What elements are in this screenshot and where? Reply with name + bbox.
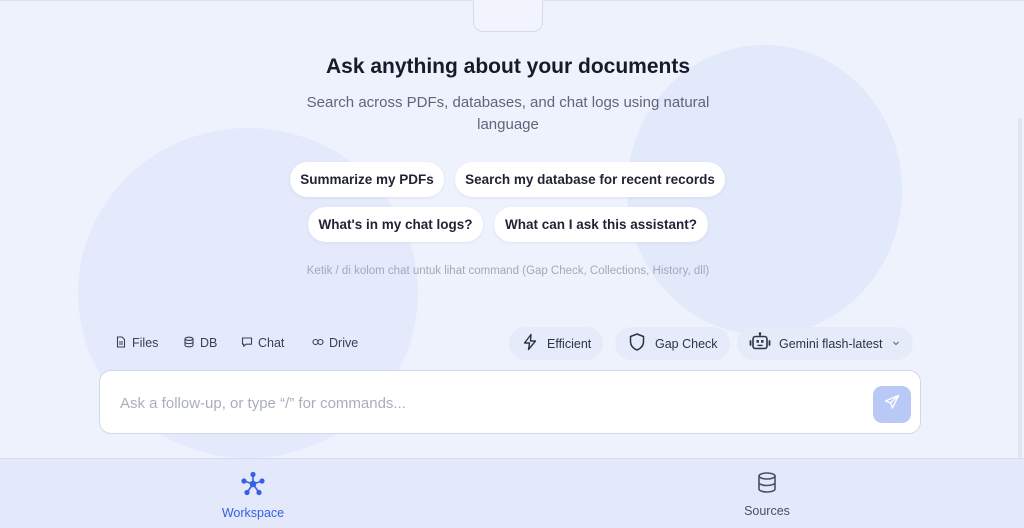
- send-button[interactable]: [873, 386, 911, 423]
- chat-bubble-icon: [241, 336, 253, 351]
- nav-label-workspace: Workspace: [221, 506, 285, 520]
- mode-toggle-gap-check[interactable]: Gap Check: [615, 327, 730, 360]
- source-label: DB: [200, 336, 218, 350]
- suggestion-chip-search-database[interactable]: Search my database for recent records: [455, 162, 725, 197]
- suggestion-chip-chat-logs[interactable]: What's in my chat logs?: [308, 207, 483, 242]
- model-selector[interactable]: Gemini flash-latest: [737, 327, 913, 360]
- source-filter-drive[interactable]: Drive: [312, 334, 358, 352]
- source-label: Chat: [258, 336, 285, 350]
- chevron-down-icon: [891, 337, 901, 351]
- nav-tab-sources[interactable]: Sources: [707, 471, 827, 518]
- nav-label-sources: Sources: [744, 504, 790, 518]
- bottom-navigation: Workspace Sources: [0, 458, 1024, 528]
- suggestion-chip-what-can-i-ask[interactable]: What can I ask this assistant?: [494, 207, 708, 242]
- model-label: Gemini flash-latest: [779, 336, 883, 351]
- database-icon: [183, 336, 195, 351]
- chat-composer: [99, 370, 921, 434]
- shield-icon: [627, 332, 647, 355]
- source-label: Drive: [329, 336, 359, 350]
- lightning-icon: [521, 333, 539, 354]
- source-label: Files: [132, 336, 159, 350]
- hero-subtitle: Search across PDFs, databases, and chat …: [306, 94, 710, 133]
- mode-toggle-efficient[interactable]: Efficient: [509, 327, 604, 360]
- network-hub-icon: [240, 471, 266, 500]
- suggestion-chip-summarize-pdfs[interactable]: Summarize my PDFs: [290, 162, 444, 197]
- chat-input[interactable]: [120, 389, 860, 417]
- command-hint: Ketik / di kolom chat untuk lihat comman…: [306, 265, 710, 277]
- database-icon: [756, 471, 778, 498]
- robot-icon: [749, 332, 771, 355]
- source-filter-chat[interactable]: Chat: [241, 334, 284, 352]
- mode-label-efficient: Efficient: [547, 336, 592, 351]
- scrollbar[interactable]: [1018, 118, 1022, 458]
- link-icon: [312, 336, 324, 351]
- file-icon: [115, 335, 127, 351]
- pull-down-tab[interactable]: [473, 0, 543, 32]
- source-filter-db[interactable]: DB: [183, 334, 217, 352]
- mode-label-gap-check: Gap Check: [655, 336, 718, 351]
- send-icon: [884, 394, 900, 415]
- source-filter-files[interactable]: Files: [115, 334, 158, 352]
- nav-tab-workspace[interactable]: Workspace: [193, 471, 313, 520]
- hero-title: Ask anything about your documents: [325, 55, 691, 78]
